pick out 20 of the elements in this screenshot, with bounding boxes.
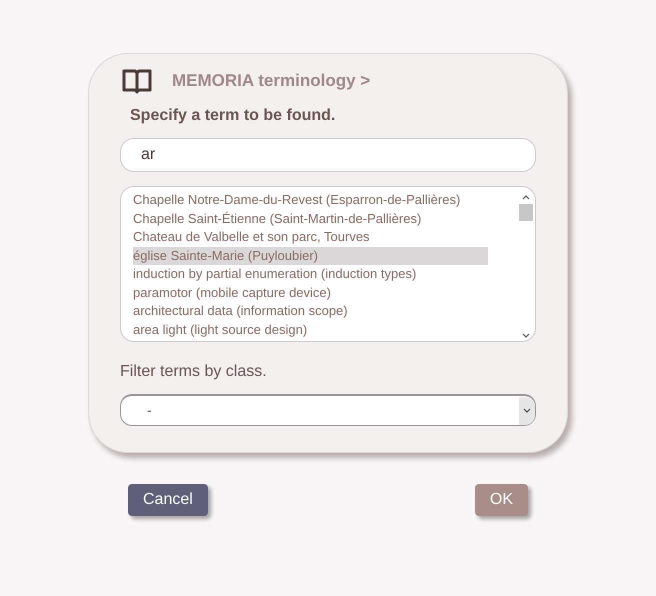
result-item[interactable]: Chapelle Notre-Dame-du-Revest (Esparron-de-Pallières) (133, 191, 488, 210)
result-item[interactable]: Chateau de Valbelle et son parc, Tourves (133, 228, 488, 246)
result-item[interactable]: architectural data (information scope) (133, 302, 488, 320)
search-field[interactable]: ar (120, 138, 536, 172)
filter-label: Filter terms by class. (120, 362, 268, 382)
results-list[interactable] (120, 186, 536, 342)
cancel-button[interactable]: Cancel (128, 484, 208, 516)
result-item[interactable]: Chapelle Saint-Étienne (Saint-Martin-de-Pallières) (133, 210, 488, 228)
book-icon (122, 68, 152, 94)
dialog-title: MEMORIA terminology > (172, 70, 370, 92)
result-item[interactable]: area light (light source design) (133, 320, 488, 339)
result-item[interactable]: induction by partial enumeration (induction types) (133, 265, 488, 284)
select-value: - (146, 401, 153, 420)
prompt-text: Specify a term to be found. (130, 106, 336, 126)
result-item[interactable]: église Sainte-Marie (Puyloubier) (133, 246, 488, 265)
class-select[interactable]: - (120, 394, 536, 426)
scroll-thumb[interactable] (519, 204, 533, 221)
result-item[interactable]: paramotor (mobile capture device) (133, 284, 488, 302)
ok-button[interactable]: OK (474, 484, 528, 516)
chevron-down-icon[interactable] (519, 396, 535, 424)
